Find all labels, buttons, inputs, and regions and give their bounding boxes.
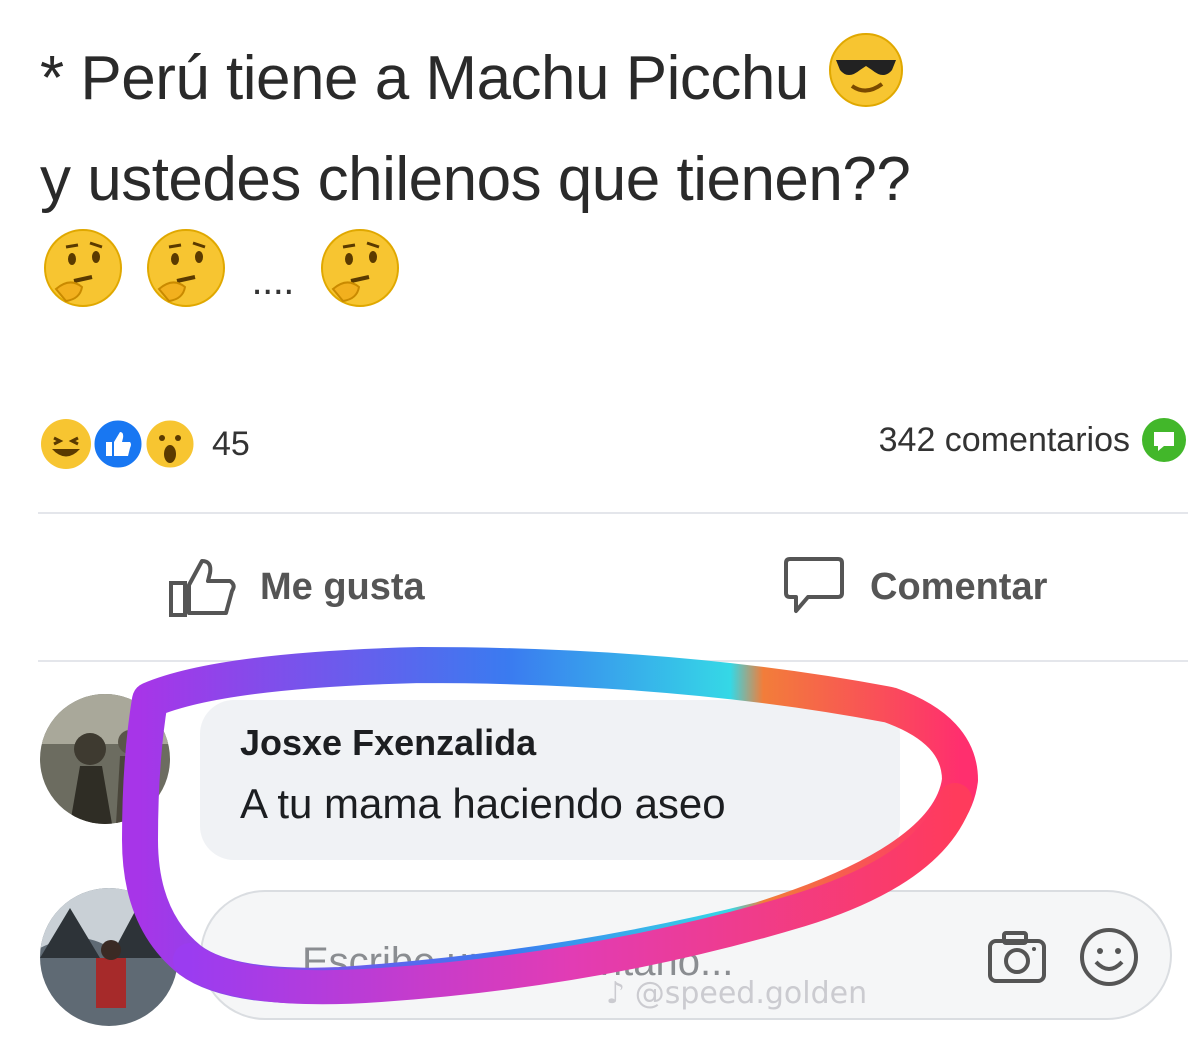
like-button-label: Me gusta xyxy=(260,565,425,608)
post-line-1: * Perú tiene a Machu Picchu xyxy=(40,30,1180,135)
watermark-handle: @speed.golden xyxy=(634,976,868,1011)
camera-icon[interactable] xyxy=(986,929,1048,990)
comments-count-link[interactable]: 342 comentarios xyxy=(879,416,1188,464)
post-line-2: y ustedes chilenos que tienen?? xyxy=(40,145,911,214)
ellipsis-dots: .... xyxy=(251,258,294,303)
haha-icon xyxy=(41,419,91,469)
comment-bubble[interactable]: Josxe Fxenzalida A tu mama haciendo aseo xyxy=(200,700,900,860)
current-user-avatar[interactable] xyxy=(40,888,178,1026)
comment-button[interactable]: Comentar xyxy=(780,555,1047,619)
comment-text: A tu mama haciendo aseo xyxy=(240,780,726,827)
comment-bubble-icon xyxy=(1142,418,1186,462)
post-actions-bar: Me gusta Comentar xyxy=(0,545,1200,635)
comments-count-label: 342 comentarios xyxy=(878,420,1130,459)
commenter-avatar[interactable] xyxy=(40,694,170,824)
comment-input-tools xyxy=(956,926,1140,993)
emoji-smiley-icon[interactable] xyxy=(1078,926,1140,993)
like-icon xyxy=(91,417,145,471)
post-line-3: .... xyxy=(40,225,1180,336)
sunglasses-face-icon xyxy=(826,30,906,135)
comment-button-label: Comentar xyxy=(870,565,1048,608)
post-text: * Perú tiene a Machu Picchu y ustedes ch… xyxy=(40,30,1180,336)
tiktok-watermark: ♪ @speed.golden xyxy=(606,976,867,1011)
wow-icon xyxy=(143,417,197,471)
comment-author-name[interactable]: Josxe Fxenzalida xyxy=(240,722,536,764)
post-stats: 45 342 comentarios xyxy=(38,408,1188,471)
thinking-face-icon xyxy=(40,225,126,336)
speech-bubble-icon xyxy=(784,557,844,613)
reaction-count: 45 xyxy=(212,424,250,463)
thumbs-up-icon xyxy=(169,559,236,617)
divider-top xyxy=(38,512,1188,514)
post-line-1-text: * Perú tiene a Machu Picchu xyxy=(40,43,809,113)
thinking-face-icon xyxy=(143,225,229,336)
tiktok-logo-icon: ♪ xyxy=(606,976,626,1011)
thinking-face-icon xyxy=(317,225,403,336)
divider-bottom xyxy=(38,660,1188,662)
reactions-summary[interactable]: 45 xyxy=(38,416,250,472)
like-button[interactable]: Me gusta xyxy=(168,555,425,619)
